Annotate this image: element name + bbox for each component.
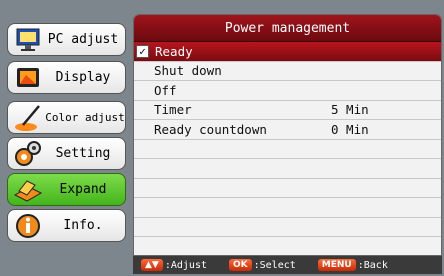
option-label: Off [154,82,177,98]
empty-row [134,237,441,255]
menu-label: Info. [63,218,103,233]
empty-row [134,179,441,198]
projector-icon [11,175,45,205]
option-ready-countdown[interactable]: Ready countdown 0 Min [134,120,441,140]
empty-row [134,159,441,179]
power-management-panel: Power management ✓ Ready Shut down Off T… [133,14,442,256]
menu-item-setting[interactable]: Setting [7,137,126,170]
menu-label: Display [55,70,111,85]
option-value: 5 Min [331,102,369,118]
option-ready[interactable]: ✓ Ready [134,42,441,62]
ok-key-icon: OK [229,259,252,271]
menu-label: Color adjust [45,111,125,124]
menu-item-expand[interactable]: Expand [7,173,126,206]
hint-select: :Select [253,259,296,271]
menu-label: Setting [55,146,111,161]
option-label: Ready [155,43,193,59]
menu-label: PC adjust [47,32,119,47]
option-timer[interactable]: Timer 5 Min [134,101,441,120]
empty-row [134,198,441,218]
checkbox-checked-icon: ✓ [136,44,149,58]
menu-item-color-adjust[interactable]: Color adjust [7,101,126,134]
menu-label: Expand [59,182,107,197]
panel-title: Power management [134,15,441,42]
menu-item-info[interactable]: Info. [7,209,126,242]
menu-item-display[interactable]: Display [7,61,126,94]
monitor-icon [11,25,45,55]
option-label: Ready countdown [154,121,267,137]
info-icon [11,211,45,241]
hint-back: :Back [357,259,388,271]
paint-brush-icon [11,103,45,133]
option-off[interactable]: Off [134,81,441,101]
empty-row [134,218,441,237]
option-label: Shut down [154,63,222,79]
arrow-keys-icon: ▲▼ [141,259,163,271]
picture-icon [11,63,45,93]
option-value: 0 Min [331,121,369,137]
hint-adjust: :Adjust [164,259,207,271]
option-shut-down[interactable]: Shut down [134,62,441,81]
menu-item-pc-adjust[interactable]: PC adjust [7,23,126,56]
osd-frame: PC adjust Display Color adjust Setting E… [0,0,444,276]
empty-row [134,140,441,159]
menu-key-icon: MENU [317,259,356,271]
key-hint-bar: ▲▼ :Adjust OK :Select MENU :Back [133,256,442,274]
option-label: Timer [154,102,192,118]
gears-icon [11,139,45,169]
